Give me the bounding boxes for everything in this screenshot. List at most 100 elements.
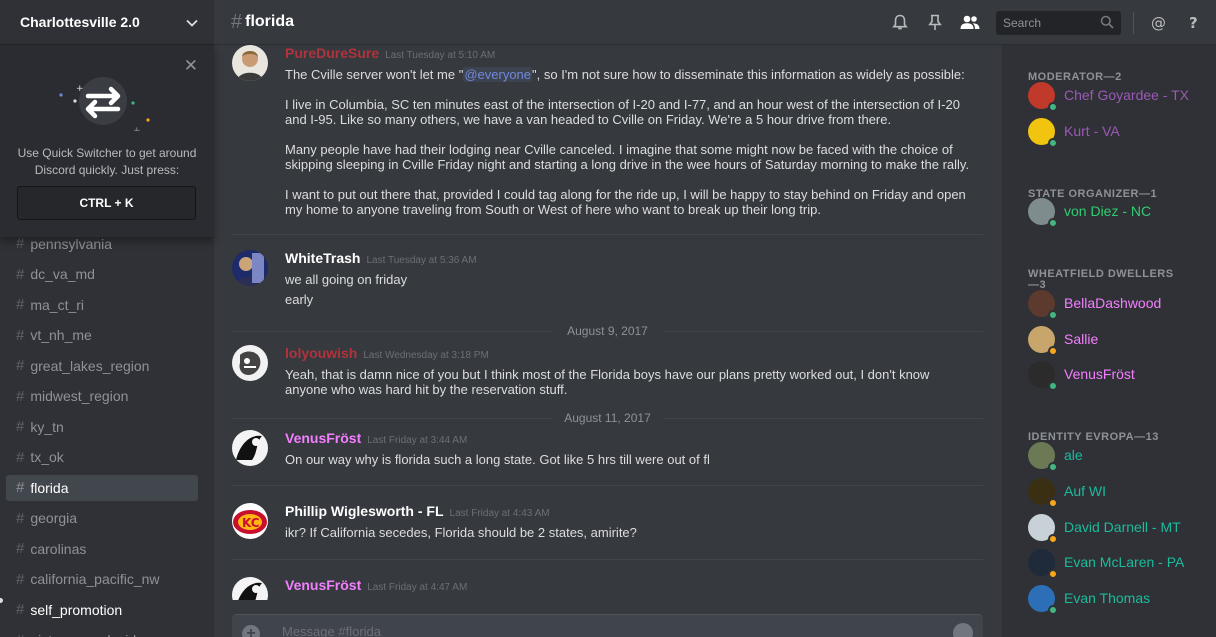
- message-body: we all going on friday early: [285, 270, 975, 310]
- member-item[interactable]: ale: [1028, 440, 1208, 472]
- channel-name: carolinas: [30, 540, 87, 557]
- member-avatar: [1028, 325, 1058, 356]
- channel-item-dc_va_md[interactable]: # dc_va_md: [6, 261, 198, 287]
- author-name[interactable]: lolyouwish: [285, 345, 357, 361]
- member-item[interactable]: Auf WI: [1028, 476, 1208, 508]
- close-icon[interactable]: ✕: [184, 57, 198, 74]
- member-avatar: [1028, 441, 1058, 472]
- hash-icon: #: [231, 10, 243, 33]
- message-paragraph: The Cville server won't let me "@everyon…: [285, 67, 975, 82]
- avatar[interactable]: [232, 250, 268, 286]
- svg-text:KC: KC: [242, 516, 260, 530]
- avatar[interactable]: [232, 45, 268, 81]
- pin-icon[interactable]: [925, 13, 945, 33]
- hash-icon: #: [16, 326, 25, 344]
- avatar[interactable]: [232, 430, 268, 466]
- channel-name: midwest_region: [30, 388, 129, 404]
- member-name: Chef Goyardee - TX: [1064, 87, 1190, 103]
- channel-item-ky_tn[interactable]: # ky_tn: [6, 414, 198, 440]
- avatar[interactable]: [232, 345, 268, 381]
- emoji-icon[interactable]: [953, 623, 973, 637]
- message-input[interactable]: [282, 624, 882, 637]
- members-icon[interactable]: [960, 13, 980, 33]
- member-item[interactable]: Sallie: [1028, 324, 1208, 356]
- member-item[interactable]: von Diez - NC: [1028, 196, 1208, 228]
- message-header: VenusFröst Last Friday at 3:44 AM: [285, 430, 467, 446]
- status-indicator: [1048, 461, 1058, 472]
- channel-list: # pennsylvania # dc_va_md # ma_ct_ri # vt_nh_me…: [0, 226, 214, 637]
- message-divider: [232, 234, 983, 235]
- timestamp: Last Friday at 4:47 AM: [367, 582, 468, 593]
- author-name[interactable]: VenusFröst: [285, 430, 361, 446]
- member-avatar: [1028, 360, 1058, 391]
- channel-name: vt_nh_me: [30, 327, 92, 343]
- member-item[interactable]: Evan McLaren - PA: [1028, 547, 1208, 579]
- member-item[interactable]: Chef Goyardee - TX: [1028, 80, 1208, 112]
- hash-icon: #: [16, 601, 25, 618]
- member-item[interactable]: Evan Thomas: [1028, 583, 1208, 615]
- chat-area: # florida Search @ ? PureDureSure Last T…: [214, 0, 1216, 637]
- member-item[interactable]: VenusFröst: [1028, 359, 1208, 391]
- channel-name: self_promotion: [30, 601, 123, 618]
- member-name: Auf WI: [1064, 483, 1107, 499]
- member-name: von Diez - NC: [1064, 203, 1152, 219]
- channel-item-georgia[interactable]: # georgia: [6, 505, 198, 531]
- help-icon[interactable]: ?: [1184, 13, 1204, 33]
- date-divider: August 11, 2017: [232, 411, 983, 425]
- channel-item-midwest_region[interactable]: # midwest_region: [6, 383, 198, 409]
- hash-icon: #: [16, 387, 25, 405]
- author-name[interactable]: WhiteTrash: [285, 250, 360, 266]
- header-toolbar: @ ?: [875, 0, 1204, 45]
- author-name[interactable]: Phillip Wiglesworth - FL: [285, 503, 444, 519]
- member-name: BellaDashwood: [1064, 295, 1162, 311]
- message-body: On our way why is florida such a long st…: [285, 452, 975, 467]
- search-box[interactable]: [996, 10, 1121, 35]
- hash-icon: #: [16, 235, 25, 252]
- date-text: August 11, 2017: [560, 411, 655, 425]
- author-name[interactable]: PureDureSure: [285, 45, 379, 61]
- quick-switcher-text: Use Quick Switcher to get around Discord…: [17, 146, 197, 177]
- member-item[interactable]: BellaDashwood: [1028, 288, 1208, 320]
- channel-item-ma_ct_ri[interactable]: # ma_ct_ri: [6, 292, 198, 318]
- channel-item-california_pacific_nw[interactable]: # california_pacific_nw: [6, 566, 198, 592]
- channel-item-carolinas[interactable]: # carolinas: [6, 536, 198, 562]
- quick-switcher-tip: ✕ + + Use Quick Switcher to get around D…: [0, 45, 214, 237]
- channel-name: great_lakes_region: [30, 357, 150, 374]
- avatar[interactable]: [232, 577, 268, 600]
- message-paragraph: I want to put out there that, provided I…: [285, 187, 966, 217]
- status-indicator: [1048, 345, 1058, 356]
- timestamp: Last Tuesday at 5:10 AM: [385, 50, 496, 61]
- member-item[interactable]: David Darnell - MT: [1028, 512, 1208, 544]
- channel-name: ky_tn: [30, 418, 64, 435]
- status-indicator: [1048, 604, 1058, 615]
- bell-icon[interactable]: [890, 13, 910, 33]
- message-line: Yeah, that is damn nice of you but I thi…: [285, 367, 930, 397]
- discord-window: Charlottesville 2.0 # pennsylvania # dc_va_…: [0, 0, 1216, 637]
- channel-name: dc_va_md: [30, 266, 95, 282]
- member-item[interactable]: Kurt - VA: [1028, 116, 1208, 148]
- status-indicator: [1048, 309, 1058, 320]
- avatar[interactable]: KC: [232, 503, 268, 539]
- message-divider: [232, 559, 983, 560]
- chevron-down-icon[interactable]: [186, 14, 198, 30]
- channel-item-self_promotion[interactable]: # self_promotion: [6, 597, 198, 623]
- channel-item-pictures_and_video[interactable]: # pictures_and_video: [6, 627, 198, 637]
- channel-sidebar: Charlottesville 2.0 # pennsylvania # dc_va_…: [0, 0, 214, 637]
- status-indicator: [1048, 217, 1058, 228]
- mention-everyone[interactable]: @everyone: [463, 67, 533, 82]
- search-input[interactable]: [1003, 15, 1099, 30]
- toolbar-divider: [1133, 11, 1134, 34]
- quick-switcher-arrows-icon: + +: [59, 77, 150, 131]
- keyboard-shortcut: CTRL + K: [17, 186, 196, 220]
- channel-item-great_lakes_region[interactable]: # great_lakes_region: [6, 353, 198, 379]
- message-line: ikr? If California secedes, Florida shou…: [285, 525, 637, 540]
- author-name[interactable]: VenusFröst: [285, 577, 361, 593]
- attach-plus-icon[interactable]: +: [242, 625, 260, 637]
- server-header[interactable]: Charlottesville 2.0: [0, 0, 214, 45]
- status-indicator: [1048, 497, 1058, 508]
- message-composer: +: [232, 614, 983, 637]
- mention-icon[interactable]: @: [1149, 13, 1169, 33]
- channel-item-florida[interactable]: # florida: [6, 474, 198, 501]
- channel-item-tx_ok[interactable]: # tx_ok: [6, 444, 198, 470]
- channel-item-vt_nh_me[interactable]: # vt_nh_me: [6, 322, 198, 348]
